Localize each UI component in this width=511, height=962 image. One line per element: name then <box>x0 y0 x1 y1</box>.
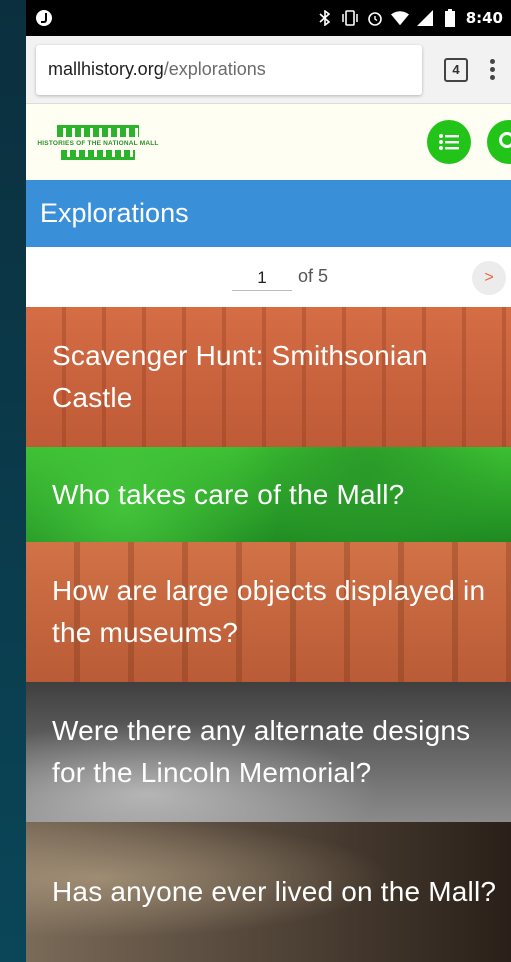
logo-columns-top <box>57 124 139 137</box>
exploration-card[interactable]: Who takes care of the Mall? <box>26 447 511 542</box>
exploration-title: Scavenger Hunt: Smithsonian Castle <box>52 340 428 413</box>
page-total-label: of 5 <box>298 266 329 286</box>
vibrate-icon <box>341 9 359 27</box>
exploration-title: Were there any alternate designs for the… <box>52 715 471 788</box>
list-icon <box>439 134 459 150</box>
signal-icon <box>416 9 434 27</box>
exploration-card[interactable]: Has anyone ever lived on the Mall? <box>26 822 511 962</box>
wifi-icon <box>390 9 409 27</box>
site-logo[interactable]: HISTORIES OF THE NATIONAL MALL <box>28 124 168 160</box>
exploration-card[interactable]: Were there any alternate designs for the… <box>26 682 511 822</box>
menu-list-button[interactable] <box>427 120 471 164</box>
page-number-input[interactable] <box>232 265 292 291</box>
music-icon <box>36 10 52 26</box>
chevron-right-icon: > <box>484 269 494 286</box>
battery-icon <box>441 9 459 27</box>
page-title-band: Explorations <box>26 180 511 247</box>
status-bar: 8:40 <box>26 0 511 36</box>
search-button[interactable] <box>487 120 511 164</box>
browser-menu-icon[interactable] <box>490 59 495 80</box>
exploration-title: Who takes care of the Mall? <box>52 478 405 510</box>
exploration-card[interactable]: Scavenger Hunt: Smithsonian Castle <box>26 307 511 447</box>
site-header: HISTORIES OF THE NATIONAL MALL <box>26 104 511 180</box>
browser-toolbar: mallhistory.org/explorations 4 <box>26 36 511 104</box>
url-domain: mallhistory.org <box>48 59 164 79</box>
tab-switcher-button[interactable]: 4 <box>444 57 468 82</box>
exploration-title: Has anyone ever lived on the Mall? <box>52 876 497 907</box>
exploration-title: How are large objects displayed in the m… <box>52 575 486 648</box>
bluetooth-icon <box>316 9 334 27</box>
logo-columns-bottom <box>61 149 135 160</box>
pagination: of 5 > <box>26 247 511 307</box>
next-page-button[interactable]: > <box>472 261 506 295</box>
search-icon <box>499 132 511 148</box>
url-path: /explorations <box>163 59 266 79</box>
phone-screen: 8:40 mallhistory.org/explorations 4 HIST… <box>26 0 511 962</box>
background-strip <box>0 0 26 962</box>
logo-text: HISTORIES OF THE NATIONAL MALL <box>37 139 159 147</box>
address-bar[interactable]: mallhistory.org/explorations <box>36 44 422 95</box>
alarm-icon <box>366 9 384 27</box>
page-title: Explorations <box>40 198 189 228</box>
status-time: 8:40 <box>465 9 503 27</box>
exploration-card[interactable]: How are large objects displayed in the m… <box>26 542 511 682</box>
